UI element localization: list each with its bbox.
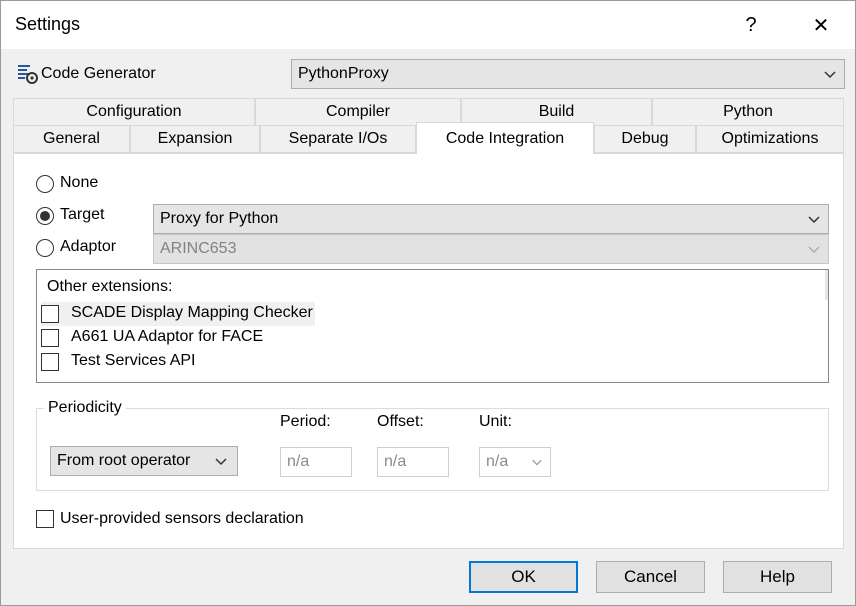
tab-code-integration[interactable]: Code Integration <box>416 122 594 154</box>
radio-selected-dot <box>40 211 50 221</box>
periodicity-title: Periodicity <box>44 399 126 417</box>
help-icon-button[interactable]: ? <box>731 9 771 41</box>
radio-target[interactable] <box>36 207 54 225</box>
adaptor-select: ARINC653 <box>153 234 829 264</box>
tab-general[interactable]: General <box>13 125 130 153</box>
chevron-down-icon <box>532 459 542 466</box>
code-generator-value: PythonProxy <box>298 65 389 82</box>
checkbox-a661-adaptor[interactable] <box>41 329 59 347</box>
question-icon: ? <box>745 13 757 36</box>
radio-adaptor[interactable] <box>36 239 54 257</box>
radio-none[interactable] <box>36 175 54 193</box>
offset-input[interactable]: n/a <box>377 447 449 477</box>
adaptor-value: ARINC653 <box>160 240 237 257</box>
close-button[interactable]: ✕ <box>801 9 841 41</box>
radio-target-label: Target <box>60 206 105 223</box>
checkbox-display-mapping-checker[interactable] <box>41 305 59 323</box>
unit-label: Unit: <box>479 413 512 430</box>
period-input[interactable]: n/a <box>280 447 352 477</box>
unit-select[interactable]: n/a <box>479 447 551 477</box>
user-sensors-label: User-provided sensors declaration <box>60 510 304 527</box>
extension-label-1: SCADE Display Mapping Checker <box>71 304 313 321</box>
unit-value: n/a <box>486 453 509 470</box>
ok-button[interactable]: OK <box>469 561 578 593</box>
extension-label-2: A661 UA Adaptor for FACE <box>71 328 264 345</box>
extensions-list: Other extensions: SCADE Display Mapping … <box>36 269 829 383</box>
extension-label-3: Test Services API <box>71 352 196 369</box>
target-value: Proxy for Python <box>160 210 279 227</box>
title-bar[interactable]: Settings ? ✕ <box>1 1 855 49</box>
chevron-down-icon <box>215 458 227 466</box>
code-generator-select[interactable]: PythonProxy <box>291 59 845 89</box>
periodicity-mode-select[interactable]: From root operator <box>50 446 238 476</box>
code-generator-label: Code Generator <box>41 65 156 82</box>
chevron-down-icon <box>824 71 836 79</box>
tab-configuration[interactable]: Configuration <box>13 98 255 126</box>
checkbox-test-services-api[interactable] <box>41 353 59 371</box>
tab-python[interactable]: Python <box>652 98 844 126</box>
radio-none-label: None <box>60 174 99 191</box>
period-label: Period: <box>280 413 331 430</box>
chevron-down-icon <box>808 216 820 224</box>
tab-expansion[interactable]: Expansion <box>130 125 260 153</box>
cancel-button[interactable]: Cancel <box>596 561 705 593</box>
checkbox-user-sensors[interactable] <box>36 510 54 528</box>
tab-separate-ios[interactable]: Separate I/Os <box>260 125 416 153</box>
help-button[interactable]: Help <box>723 561 832 593</box>
chevron-down-icon <box>808 246 820 254</box>
periodicity-mode-value: From root operator <box>57 452 191 469</box>
tab-optimizations[interactable]: Optimizations <box>696 125 844 153</box>
scrollbar[interactable] <box>825 270 828 300</box>
window-title: Settings <box>15 14 81 34</box>
extensions-title: Other extensions: <box>47 278 173 295</box>
close-icon: ✕ <box>812 14 830 37</box>
target-select[interactable]: Proxy for Python <box>153 204 829 234</box>
code-integration-panel: None Target Adaptor Proxy for Python ARI… <box>13 153 844 549</box>
tab-debug[interactable]: Debug <box>594 125 696 153</box>
code-generator-icon <box>17 63 39 85</box>
radio-adaptor-label: Adaptor <box>60 238 117 255</box>
settings-dialog: Settings ? ✕ Code Generator Python Proxy … <box>0 0 856 606</box>
offset-label: Offset: <box>377 413 424 430</box>
